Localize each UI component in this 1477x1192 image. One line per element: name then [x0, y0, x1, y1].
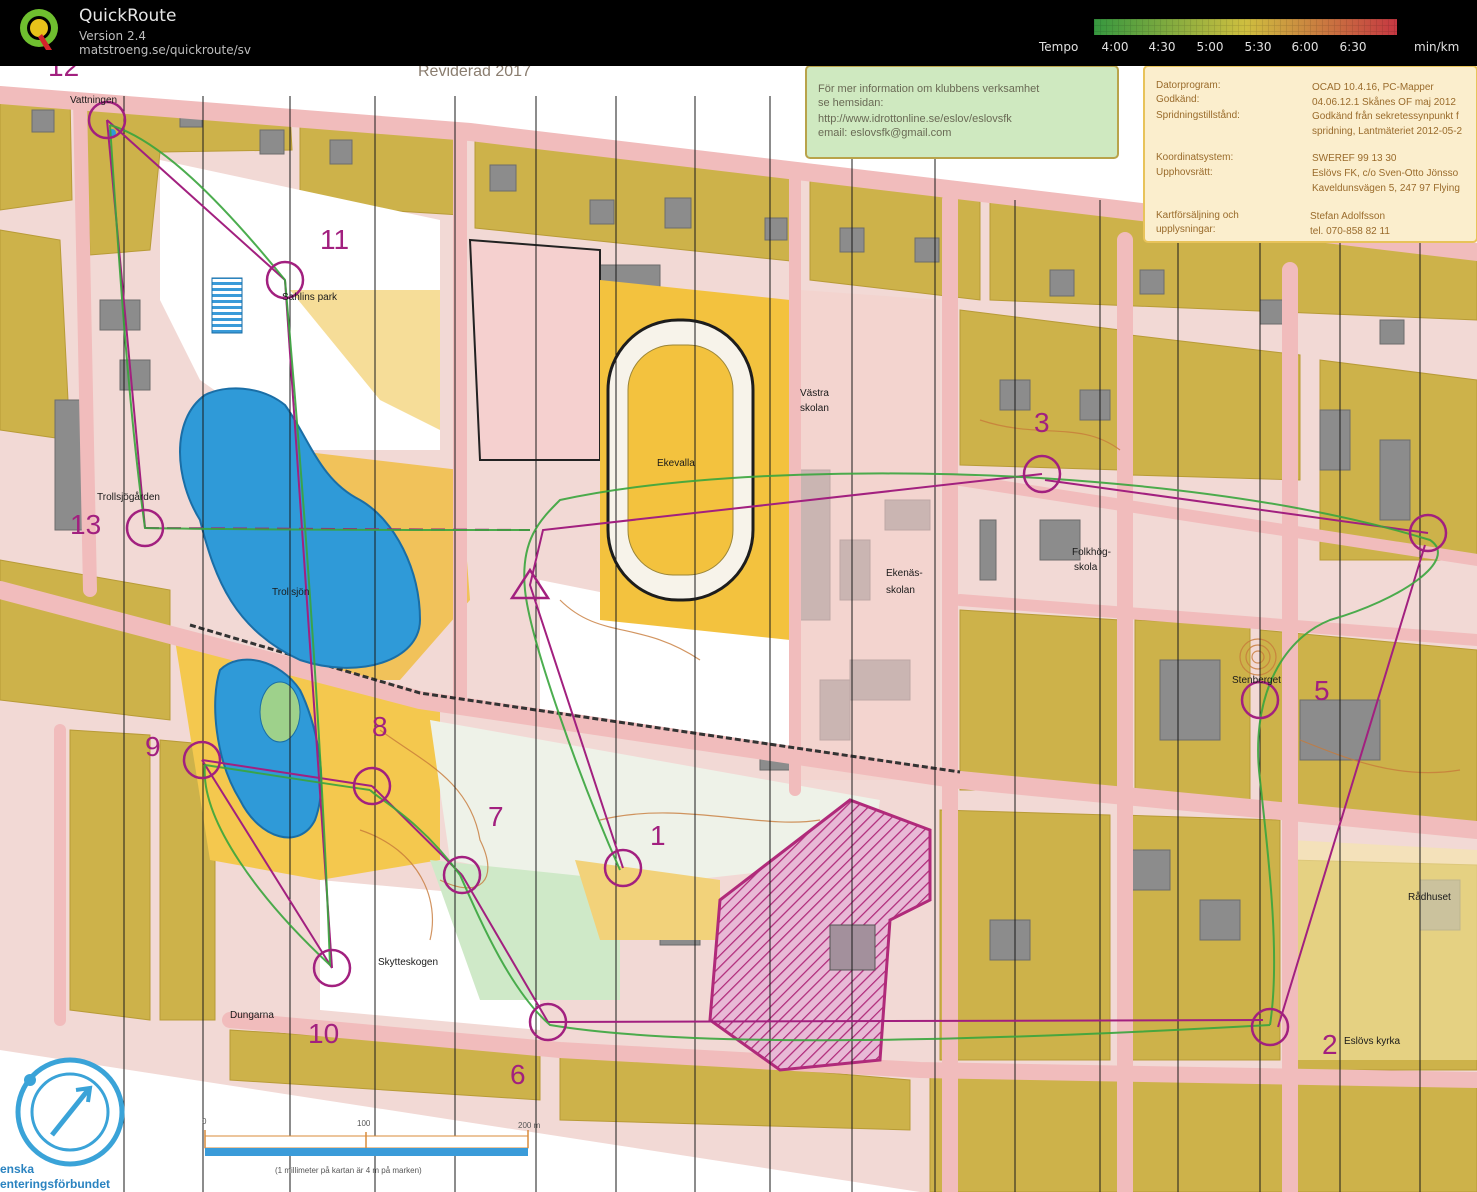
label-ekenas-skolan: skolan: [886, 585, 915, 596]
label-radhuset: Rådhuset: [1408, 891, 1451, 903]
label-skytteskogen: Skytteskogen: [378, 957, 438, 968]
meta-value: SWEREF 99 13 30: [1312, 153, 1397, 164]
meta-value: Godkänd från sekretessynpunkt f: [1312, 110, 1459, 122]
meta-value: OCAD 10.4.16, PC-Mapper: [1312, 82, 1434, 93]
info-email[interactable]: email: eslovsfk@gmail.com: [818, 127, 951, 139]
scale-note: (1 millimeter på kartan är 4 m på marken…: [275, 1166, 422, 1175]
control-9: 9: [145, 731, 161, 762]
school-grounds: [800, 290, 940, 780]
tempo-tick: 6:30: [1339, 40, 1367, 54]
control-2: 2: [1322, 1029, 1338, 1060]
quickroute-logo-icon: [20, 9, 58, 50]
tempo-tick: 4:30: [1148, 40, 1176, 54]
tempo-tick: 5:30: [1244, 40, 1272, 54]
app-version: Version 2.4: [79, 29, 147, 43]
control-5: 5: [1314, 675, 1330, 706]
control-8: 8: [372, 711, 388, 742]
meta-key: Upphovsrätt:: [1156, 167, 1213, 178]
meta-value: Eslövs FK, c/o Sven-Otto Jönsso: [1312, 168, 1459, 179]
label-eslovs-kyrka: Eslövs kyrka: [1344, 1036, 1401, 1047]
label-folkhog: Folkhög-: [1072, 547, 1111, 558]
label-sahlins-park: Sahlins park: [282, 292, 338, 303]
revision-label: Reviderad 2017: [418, 66, 531, 80]
label-trollsjon: Trollsjön: [272, 587, 309, 598]
sports-hall-area: [468, 238, 601, 461]
federation-name-2: enteringsförbundet: [0, 1177, 110, 1191]
tempo-tick: 6:00: [1291, 40, 1319, 54]
tempo-tick: 4:00: [1101, 40, 1129, 54]
meta-key: Kartförsäljning och: [1156, 210, 1239, 221]
town-square: [1290, 840, 1477, 1060]
title-bar: QuickRoute Version 2.4 matstroeng.se/qui…: [0, 0, 1477, 66]
tempo-tick: 5:00: [1196, 40, 1224, 54]
control-10: 10: [308, 1018, 339, 1049]
app-title: QuickRoute: [79, 6, 177, 26]
meta-value: Stefan Adolfsson: [1310, 211, 1385, 222]
control-11: 11: [320, 224, 349, 255]
label-vastra-skolan: skolan: [800, 403, 829, 414]
tempo-label: Tempo: [1039, 40, 1079, 54]
meta-value: tel. 070-858 82 11: [1310, 226, 1390, 237]
control-7: 7: [488, 801, 504, 832]
scale-tick: 0: [202, 1117, 207, 1126]
meta-key: Datorprogram:: [1156, 80, 1220, 91]
label-stenberget: Stenberget: [1232, 675, 1281, 686]
label-vattningen: Vattningen: [70, 95, 117, 106]
meta-value: 04.06.12.1 Skånes OF maj 2012: [1312, 96, 1456, 108]
info-line2: se hemsidan:: [818, 97, 883, 109]
app-url[interactable]: matstroeng.se/quickroute/sv: [79, 43, 251, 57]
control-6: 6: [510, 1059, 526, 1090]
meta-key: upplysningar:: [1156, 224, 1215, 235]
info-url[interactable]: http://www.idrottonline.se/eslov/eslovsf…: [818, 113, 1012, 125]
control-3: 3: [1034, 407, 1050, 438]
tempo-unit: min/km: [1414, 40, 1460, 54]
control-13: 13: [70, 509, 101, 540]
meta-value: spridning, Lantmäteriet 2012-05-2: [1312, 126, 1463, 137]
meta-value: Kaveldunsvägen 5, 247 97 Flying: [1312, 183, 1460, 194]
scale-tick: 100: [357, 1119, 371, 1128]
orienteering-map[interactable]: 1 2 3 5 6 7 8 9 10 11 12 13 Vattningen S…: [0, 66, 1477, 1192]
label-ekevalla: Ekevalla: [657, 458, 695, 469]
scale-tick: 200 m: [518, 1121, 541, 1130]
federation-name-1: enska: [0, 1162, 34, 1176]
info-line1: För mer information om klubbens verksamh…: [818, 83, 1039, 95]
label-trollsjogarden: Trollsjögården: [97, 491, 160, 503]
meta-key: Koordinatsystem:: [1156, 152, 1233, 163]
label-ekenas: Ekenäs-: [886, 568, 923, 579]
label-dungarna: Dungarna: [230, 1010, 274, 1021]
control-12: 12: [48, 66, 79, 82]
control-1: 1: [650, 820, 666, 851]
label-vastra: Västra: [800, 388, 829, 399]
meta-key: Godkänd:: [1156, 94, 1199, 105]
meta-key: Spridningstillstånd:: [1156, 109, 1240, 121]
club-info-box: [805, 66, 1119, 159]
tempo-color-bar: [1094, 19, 1397, 35]
label-folkhog-skola: skola: [1074, 562, 1098, 573]
